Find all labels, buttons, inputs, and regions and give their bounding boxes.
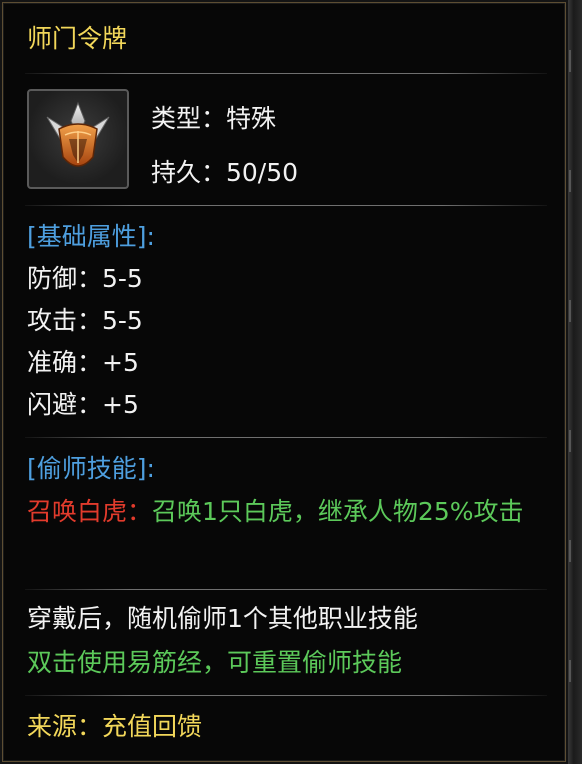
divider [25, 695, 547, 696]
stat-attack: 攻击：5-5 [27, 306, 143, 335]
helmet-token-icon [46, 101, 110, 167]
item-type: 类型：特殊 [151, 104, 277, 133]
skill-description: 召唤白虎：召唤1只白虎，继承人物25%攻击 [27, 491, 557, 532]
stat-evasion: 闪避：+5 [27, 390, 139, 419]
use-note: 双击使用易筋经，可重置偷师技能 [27, 648, 403, 677]
divider [25, 205, 547, 206]
skill-name: 召唤白虎： [27, 497, 153, 526]
skill-header: [偷师技能]: [27, 454, 155, 483]
item-icon-slot [27, 89, 129, 189]
background-window-edge [568, 0, 582, 764]
stat-defense: 防御：5-5 [27, 264, 143, 293]
skill-effect: 召唤1只白虎，继承人物25%攻击 [152, 497, 524, 526]
divider [25, 73, 547, 74]
item-title: 师门令牌 [27, 24, 128, 53]
stat-accuracy: 准确：+5 [27, 348, 139, 377]
item-durability: 持久：50/50 [151, 158, 299, 187]
item-source: 来源：充值回馈 [27, 712, 203, 741]
item-tooltip-panel: 师门令牌 类型：特殊 持久：50/50 [基础属性]: 防御：5-5 攻击：5-… [2, 2, 566, 762]
divider [25, 437, 547, 438]
base-stats-header: [基础属性]: [27, 222, 155, 251]
divider [25, 589, 547, 590]
equip-note: 穿戴后，随机偷师1个其他职业技能 [27, 604, 418, 633]
